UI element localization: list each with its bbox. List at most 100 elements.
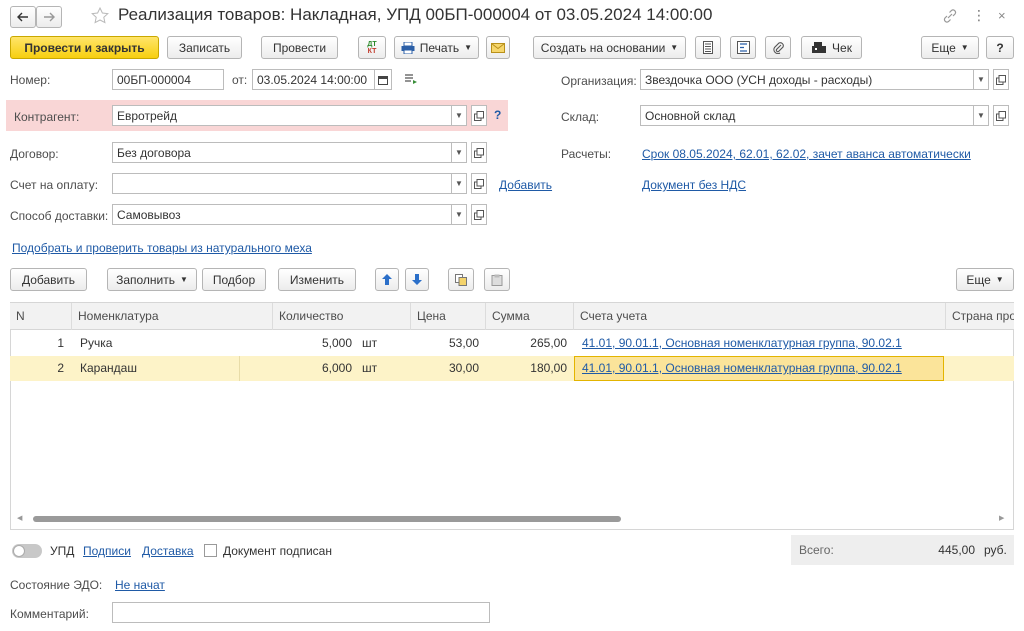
horizontal-scrollbar[interactable]: ◀ ▶	[11, 512, 1013, 526]
comment-field[interactable]	[112, 602, 490, 623]
invoice-dropdown[interactable]: ▼	[452, 173, 467, 194]
chevron-down-icon: ▼	[977, 75, 985, 84]
print-button[interactable]: Печать ▼	[394, 36, 479, 59]
structure-button[interactable]	[730, 36, 756, 59]
column-header-quantity[interactable]: Количество	[273, 303, 411, 330]
change-button[interactable]: Изменить	[278, 268, 356, 291]
contractor-open-button[interactable]	[471, 105, 487, 126]
open-icon	[474, 110, 484, 121]
column-header-accounts[interactable]: Счета учета	[574, 303, 946, 330]
row-accounts-link[interactable]: 41.01, 90.01.1, Основная номенклатурная …	[582, 331, 942, 356]
comment-label: Комментарий:	[10, 607, 89, 621]
arrow-up-icon	[382, 274, 392, 285]
chevron-down-icon: ▼	[455, 179, 463, 188]
contract-open-button[interactable]	[471, 142, 487, 163]
more-vertical-icon[interactable]: ⋮	[972, 7, 986, 24]
vat-document-link[interactable]: Документ без НДС	[642, 178, 746, 192]
date-field[interactable]: 03.05.2024 14:00:00	[252, 69, 375, 90]
warehouse-field[interactable]: Основной склад	[640, 105, 974, 126]
total-label: Всего:	[799, 543, 834, 557]
back-button[interactable]	[10, 6, 36, 28]
warehouse-open-button[interactable]	[993, 105, 1009, 126]
scrollbar-thumb[interactable]	[33, 516, 621, 522]
chevron-down-icon: ▼	[455, 210, 463, 219]
add-row-button[interactable]: Добавить	[10, 268, 87, 291]
row-cell-divider	[239, 356, 240, 381]
calendar-button[interactable]	[374, 69, 392, 90]
open-icon	[474, 147, 484, 158]
total-value: 445,00	[938, 543, 975, 557]
contract-dropdown[interactable]: ▼	[452, 142, 467, 163]
invoice-add-link[interactable]: Добавить	[499, 178, 552, 192]
contract-field[interactable]: Без договора	[112, 142, 452, 163]
post-button[interactable]: Провести	[261, 36, 338, 59]
number-field[interactable]: 00БП-000004	[112, 69, 224, 90]
paste-button[interactable]	[484, 268, 510, 291]
dt-kt-icon: ДТ КТ	[367, 40, 377, 55]
email-button[interactable]	[486, 36, 510, 59]
edo-status-label: Состояние ЭДО:	[10, 578, 103, 592]
contractor-help-icon[interactable]: ?	[494, 108, 501, 122]
structure-icon	[736, 41, 750, 54]
upd-toggle[interactable]	[12, 544, 42, 558]
forward-button[interactable]	[36, 6, 62, 28]
attach-button[interactable]	[765, 36, 791, 59]
calendar-icon	[378, 75, 388, 85]
table-row[interactable]: 1 Ручка 5,000 шт 53,00 265,00 41.01, 90.…	[10, 331, 1014, 356]
fill-button[interactable]: Заполнить ▼	[107, 268, 197, 291]
more-actions-button[interactable]: Еще ▼	[921, 36, 979, 59]
row-accounts-link-selected[interactable]: 41.01, 90.01.1, Основная номенклатурная …	[574, 356, 944, 381]
contractor-dropdown[interactable]: ▼	[452, 105, 467, 126]
table-header: N Номенклатура Количество Цена Сумма Сче…	[10, 302, 1014, 330]
total-currency: руб.	[984, 543, 1007, 557]
organization-open-button[interactable]	[993, 69, 1009, 90]
close-icon[interactable]: ×	[998, 8, 1006, 23]
document-flow-icon[interactable]	[404, 73, 418, 88]
fur-marking-link[interactable]: Подобрать и проверить товары из натураль…	[12, 241, 312, 255]
create-based-on-label: Создать на основании	[540, 40, 666, 55]
scroll-left-arrow[interactable]: ◀	[17, 514, 22, 522]
contractor-field[interactable]: Евротрейд	[112, 105, 452, 126]
delivery-link[interactable]: Доставка	[142, 544, 194, 558]
contractor-label: Контрагент:	[14, 110, 80, 124]
column-header-item[interactable]: Номенклатура	[72, 303, 273, 330]
post-and-close-button[interactable]: Провести и закрыть	[10, 36, 159, 59]
create-based-on-button[interactable]: Создать на основании ▼	[533, 36, 686, 59]
receipt-button[interactable]: Чек	[801, 36, 862, 59]
table-row-selected[interactable]: 2 Карандаш 6,000 шт 30,00 180,00 41.01, …	[10, 356, 1014, 381]
document-signed-checkbox[interactable]	[204, 544, 217, 557]
delivery-method-field[interactable]: Самовывоз	[112, 204, 452, 225]
move-down-button[interactable]	[405, 268, 429, 291]
delivery-method-open-button[interactable]	[471, 204, 487, 225]
invoice-open-button[interactable]	[471, 173, 487, 194]
save-button[interactable]: Записать	[167, 36, 242, 59]
copy-icon	[455, 273, 467, 286]
column-header-price[interactable]: Цена	[411, 303, 486, 330]
organization-dropdown[interactable]: ▼	[974, 69, 989, 90]
favorite-star-icon[interactable]	[90, 6, 110, 29]
organization-field[interactable]: Звездочка ООО (УСН доходы - расходы)	[640, 69, 974, 90]
more-actions-label: Еще	[931, 40, 956, 55]
delivery-method-dropdown[interactable]: ▼	[452, 204, 467, 225]
scroll-right-arrow[interactable]: ▶	[999, 514, 1004, 522]
column-header-country[interactable]: Страна про	[946, 303, 1014, 330]
link-icon[interactable]	[942, 8, 958, 27]
help-button[interactable]: ?	[986, 36, 1014, 59]
chevron-down-icon: ▼	[670, 43, 679, 52]
selection-button[interactable]: Подбор	[202, 268, 266, 291]
column-header-n[interactable]: N	[10, 303, 72, 330]
edo-status-link[interactable]: Не начат	[115, 578, 165, 592]
dt-kt-button[interactable]: ДТ КТ	[358, 36, 386, 59]
copy-button[interactable]	[448, 268, 474, 291]
warehouse-dropdown[interactable]: ▼	[974, 105, 989, 126]
move-up-button[interactable]	[375, 268, 399, 291]
table-more-button[interactable]: Еще ▼	[956, 268, 1014, 291]
paperclip-icon	[773, 42, 784, 54]
document-list-button[interactable]	[695, 36, 721, 59]
row-number: 2	[57, 361, 64, 375]
fill-label: Заполнить	[116, 272, 175, 287]
column-header-sum[interactable]: Сумма	[486, 303, 574, 330]
settlements-link[interactable]: Срок 08.05.2024, 62.01, 62.02, зачет ава…	[642, 147, 971, 161]
invoice-field[interactable]	[112, 173, 452, 194]
signatures-link[interactable]: Подписи	[83, 544, 131, 558]
